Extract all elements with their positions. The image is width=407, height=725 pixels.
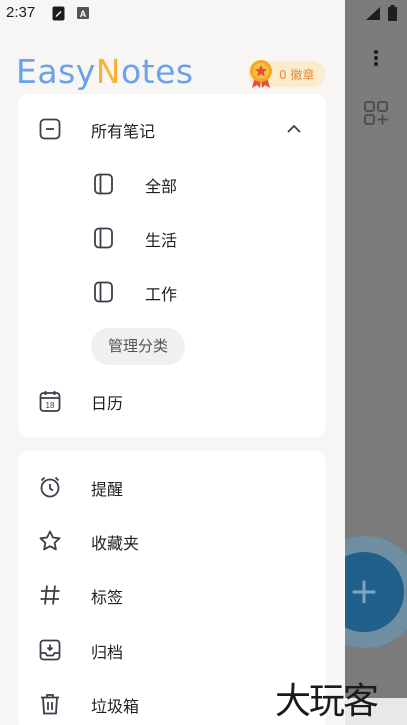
favorites-item[interactable]: 收藏夹 <box>18 516 326 566</box>
text-a-icon: A <box>77 7 89 19</box>
note-icon <box>52 6 65 21</box>
notebook-icon <box>94 227 113 249</box>
alarm-clock-icon <box>40 476 60 498</box>
star-icon <box>39 530 61 551</box>
manage-categories-button[interactable]: 管理分类 <box>91 328 185 365</box>
archive-icon <box>39 639 61 661</box>
signal-icon <box>366 7 380 20</box>
status-time: 2:37 <box>6 4 36 21</box>
all-notes-label: 所有笔记 <box>91 122 156 141</box>
calendar-day: 18 <box>46 401 55 410</box>
reminder-label: 提醒 <box>91 480 124 499</box>
category-item-work[interactable]: 工作 <box>18 267 326 317</box>
calendar-label: 日历 <box>91 394 124 413</box>
category-label: 全部 <box>145 177 178 196</box>
navigation-drawer: EasyNotes 0 徽章 所有笔记 全部 生活 工作 管理分类 18 日历 … <box>0 0 345 725</box>
svg-text:A: A <box>80 9 87 19</box>
calendar-item[interactable]: 18 日历 <box>18 376 326 426</box>
tags-item[interactable]: 标签 <box>18 570 326 620</box>
archive-item[interactable]: 归档 <box>18 625 326 675</box>
category-item-life[interactable]: 生活 <box>18 213 326 263</box>
category-item-all[interactable]: 全部 <box>18 159 326 209</box>
favorites-label: 收藏夹 <box>91 534 140 553</box>
tags-label: 标签 <box>91 588 124 607</box>
category-label: 生活 <box>145 231 178 250</box>
hashtag-icon <box>40 585 60 605</box>
calendar-icon: 18 <box>39 391 61 412</box>
trash-icon <box>41 694 59 715</box>
battery-icon <box>388 5 397 21</box>
notebook-icon <box>94 281 113 303</box>
category-label: 工作 <box>145 285 178 304</box>
chevron-up-icon[interactable] <box>282 117 306 141</box>
more-vertical-icon[interactable] <box>366 48 386 72</box>
notebook-icon <box>94 173 113 195</box>
trash-label: 垃圾箱 <box>91 697 140 716</box>
all-notes-header[interactable]: 所有笔记 <box>18 104 326 154</box>
badge-label: 0 徽章 <box>279 68 315 82</box>
grid-add-icon[interactable] <box>363 100 389 126</box>
status-bar: 2:37 A <box>0 0 407 28</box>
reminder-item[interactable]: 提醒 <box>18 462 326 512</box>
app-logo: EasyNotes <box>16 52 194 91</box>
note-box-icon <box>39 118 61 140</box>
watermark: 大玩客 <box>275 681 379 722</box>
notes-card: 所有笔记 全部 生活 工作 管理分类 18 日历 <box>18 94 326 437</box>
archive-label: 归档 <box>91 643 124 662</box>
medal-icon <box>250 60 272 88</box>
